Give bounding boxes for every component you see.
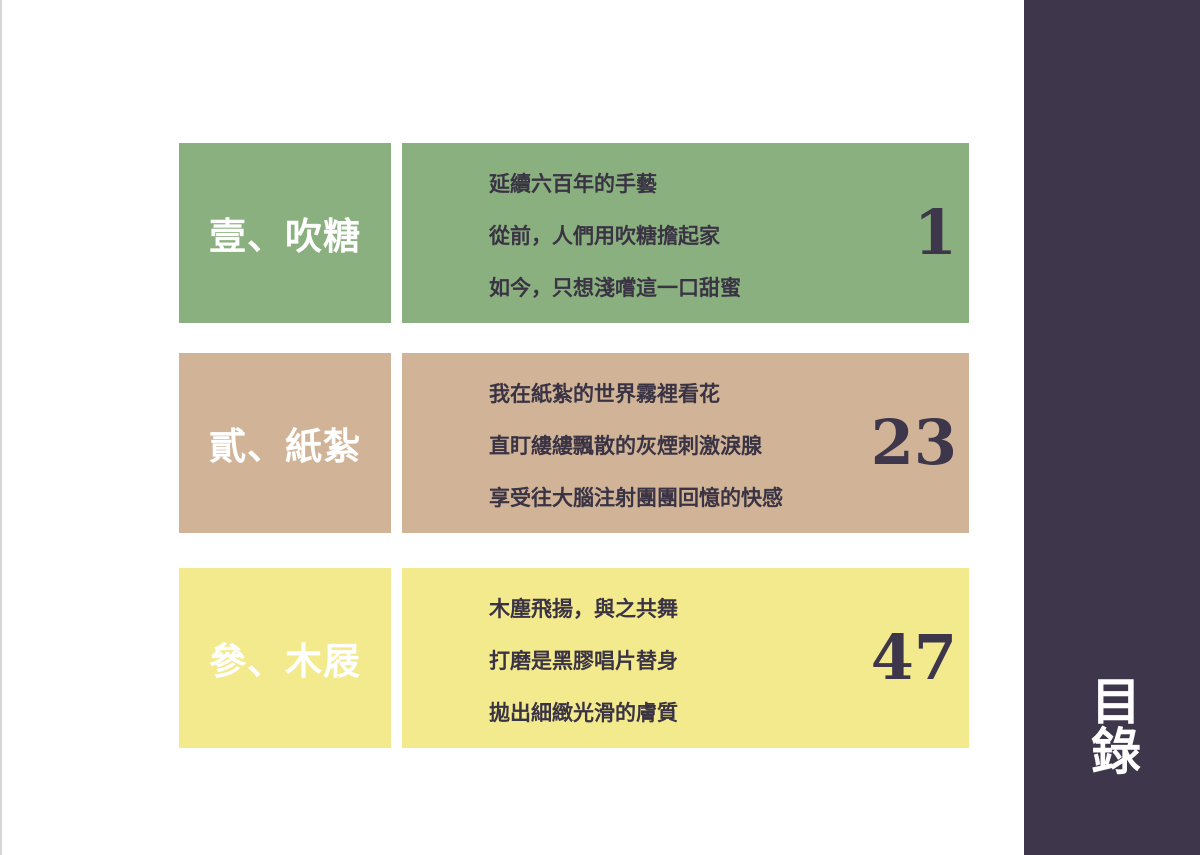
chapter-2-detail-box: 我在紙紮的世界霧裡看花 直盯縷縷飄散的灰煙刺激淚腺 享受往大腦注射團團回憶的快感… bbox=[402, 353, 969, 533]
chapter-3-line-1: 木塵飛揚，與之共舞 bbox=[489, 596, 678, 621]
chapter-3-page-number: 47 bbox=[870, 621, 957, 694]
chapter-2-line-2: 直盯縷縷飄散的灰煙刺激淚腺 bbox=[489, 433, 762, 458]
chapter-3-line-3: 拋出細緻光滑的膚質 bbox=[489, 700, 678, 725]
chapter-2[interactable]: 貳、紙紮 我在紙紮的世界霧裡看花 直盯縷縷飄散的灰煙刺激淚腺 享受往大腦注射團團… bbox=[179, 353, 969, 533]
chapter-3[interactable]: 參、木屐 木塵飛揚，與之共舞 打磨是黑膠唱片替身 拋出細緻光滑的膚質 47 bbox=[179, 568, 969, 748]
page-edge bbox=[0, 0, 2, 855]
chapter-1-line-1: 延續六百年的手藝 bbox=[489, 171, 657, 196]
toc-sidebar: 目錄 bbox=[1024, 0, 1200, 855]
chapter-1-page-number: 1 bbox=[913, 196, 957, 269]
chapter-1-line-3: 如今，只想淺嚐這一口甜蜜 bbox=[489, 275, 741, 300]
chapter-3-label-box: 參、木屐 bbox=[179, 568, 391, 748]
chapter-3-detail-box: 木塵飛揚，與之共舞 打磨是黑膠唱片替身 拋出細緻光滑的膚質 47 bbox=[402, 568, 969, 748]
chapter-2-label-box: 貳、紙紮 bbox=[179, 353, 391, 533]
chapter-2-lines: 我在紙紮的世界霧裡看花 直盯縷縷飄散的灰煙刺激淚腺 享受往大腦注射團團回憶的快感 bbox=[489, 377, 783, 533]
chapter-1-detail-box: 延續六百年的手藝 從前，人們用吹糖擔起家 如今，只想淺嚐這一口甜蜜 1 bbox=[402, 143, 969, 323]
toc-title: 目錄 bbox=[1083, 675, 1142, 775]
chapter-2-line-3: 享受往大腦注射團團回憶的快感 bbox=[489, 485, 783, 510]
chapter-2-page-number: 23 bbox=[870, 406, 957, 479]
chapter-2-line-1: 我在紙紮的世界霧裡看花 bbox=[489, 381, 720, 406]
chapter-1-title: 壹、吹糖 bbox=[209, 214, 361, 258]
chapter-3-line-2: 打磨是黑膠唱片替身 bbox=[489, 648, 678, 673]
chapter-3-lines: 木塵飛揚，與之共舞 打磨是黑膠唱片替身 拋出細緻光滑的膚質 bbox=[489, 592, 678, 748]
chapter-2-title: 貳、紙紮 bbox=[209, 424, 361, 468]
chapter-1-lines: 延續六百年的手藝 從前，人們用吹糖擔起家 如今，只想淺嚐這一口甜蜜 bbox=[489, 167, 741, 323]
chapter-3-title: 參、木屐 bbox=[209, 639, 361, 683]
chapter-1[interactable]: 壹、吹糖 延續六百年的手藝 從前，人們用吹糖擔起家 如今，只想淺嚐這一口甜蜜 1 bbox=[179, 143, 969, 323]
chapter-1-label-box: 壹、吹糖 bbox=[179, 143, 391, 323]
chapter-1-line-2: 從前，人們用吹糖擔起家 bbox=[489, 223, 720, 248]
